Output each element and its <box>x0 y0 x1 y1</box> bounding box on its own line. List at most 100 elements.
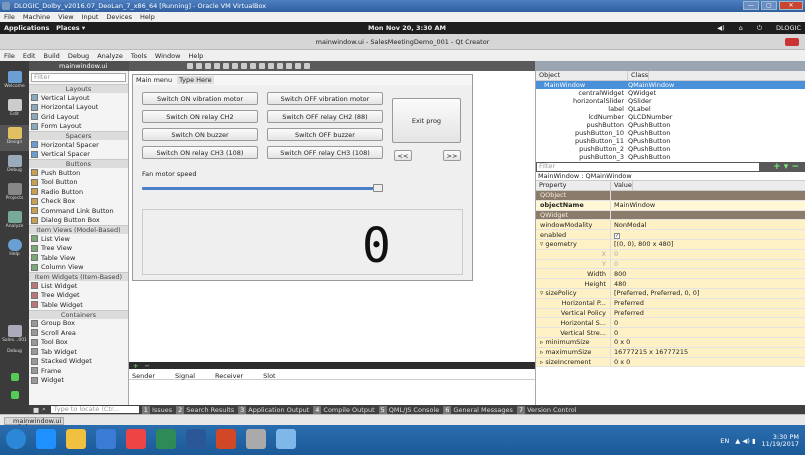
excel-icon[interactable] <box>156 429 176 449</box>
output-tab[interactable]: 7 Version Control <box>516 405 577 414</box>
output-tab[interactable]: 4 Compile Output <box>313 405 375 414</box>
relay-ch2-on-button[interactable]: Switch ON relay CH2 <box>142 110 258 123</box>
menu-debug[interactable]: Debug <box>68 52 89 60</box>
toolbar-tool-icon[interactable] <box>277 63 283 69</box>
toolbar-tool-icon[interactable] <box>286 63 292 69</box>
app-icon[interactable] <box>246 429 266 449</box>
object-tree-row[interactable]: pushButton_11 QPushButton <box>536 137 805 145</box>
widget-item[interactable]: Column View <box>29 263 128 273</box>
object-tree-row[interactable]: pushButton_10 QPushButton <box>536 129 805 137</box>
widget-filter-input[interactable]: Filter <box>31 73 126 82</box>
widget-item[interactable]: Command Link Button <box>29 206 128 216</box>
power-icon[interactable]: ⏻ <box>757 24 762 33</box>
property-row[interactable]: Height 480 <box>536 279 805 289</box>
volume-icon[interactable]: ◀) <box>717 24 725 33</box>
virtualbox-taskbar-icon[interactable] <box>276 429 296 449</box>
menu-window[interactable]: Window <box>155 52 181 60</box>
widget-category[interactable]: Item Views (Model-Based) <box>29 225 128 234</box>
property-row[interactable]: ▿ sizePolicy [Preferred, Preferred, 0, 0] <box>536 288 805 299</box>
object-tree-row[interactable]: pushButton QPushButton <box>536 121 805 129</box>
widget-item[interactable]: Group Box <box>29 319 128 329</box>
form-type-here[interactable]: Type Here <box>177 76 214 84</box>
property-row[interactable]: windowModality NonModal <box>536 220 805 231</box>
tray-icons[interactable]: ▲ ◀) ▮ <box>735 437 755 445</box>
property-row[interactable]: ▿ geometry [(0, 0), 800 x 480] <box>536 239 805 250</box>
object-tree-row[interactable]: pushButton_3 QPushButton <box>536 153 805 161</box>
toolbar-tool-icon[interactable] <box>187 63 193 69</box>
slider-handle[interactable] <box>373 184 383 192</box>
output-tab[interactable]: 2 Search Results <box>176 405 234 414</box>
panel-clock[interactable]: Mon Nov 20, 3:30 AM <box>368 24 446 32</box>
debug-run-button[interactable] <box>0 389 29 415</box>
property-value[interactable]: 0 <box>611 260 618 268</box>
widget-item[interactable]: Vertical Layout <box>29 93 128 103</box>
widget-item[interactable]: Grid Layout <box>29 112 128 122</box>
widget-item[interactable]: Radio Button <box>29 187 128 197</box>
kit-selector[interactable]: Sales...001 <box>0 323 29 349</box>
mode-help[interactable]: Help <box>0 237 29 263</box>
window-close-icon[interactable] <box>785 38 799 46</box>
vb-menu-help[interactable]: Help <box>140 13 155 21</box>
property-value[interactable]: NonModal <box>611 221 646 229</box>
widget-category[interactable]: Item Widgets (Item-Based) <box>29 272 128 281</box>
output-tab[interactable]: 3 Application Output <box>238 405 309 414</box>
widget-item[interactable]: Form Layout <box>29 122 128 132</box>
property-value[interactable]: Preferred <box>611 309 644 317</box>
media-icon[interactable] <box>96 429 116 449</box>
open-file-tab[interactable]: mainwindow.ui <box>29 61 129 71</box>
mode-welcome[interactable]: Welcome <box>0 69 29 95</box>
object-tree-row[interactable]: horizontalSlider QSlider <box>536 97 805 105</box>
widget-item[interactable]: List Widget <box>29 281 128 291</box>
applications-menu[interactable]: Applications <box>4 24 49 32</box>
toolbar-tool-icon[interactable] <box>196 63 202 69</box>
property-row[interactable]: Horizontal S... 0 <box>536 318 805 329</box>
property-group-row[interactable]: QWidget <box>536 210 805 221</box>
toolbar-tool-icon[interactable] <box>232 63 238 69</box>
vibration-on-button[interactable]: Switch ON vibration motor <box>142 92 258 105</box>
property-row[interactable]: Vertical Policy Preferred <box>536 308 805 319</box>
toolbar-tool-icon[interactable] <box>268 63 274 69</box>
property-value[interactable]: 0 x 0 <box>611 338 630 346</box>
prev-button[interactable]: << <box>394 150 412 161</box>
widget-item[interactable]: Stacked Widget <box>29 357 128 367</box>
object-tree-row[interactable]: MainWindow QMainWindow <box>536 81 805 89</box>
property-value[interactable]: [(0, 0), 800 x 480] <box>611 240 673 248</box>
taskbar-window-item[interactable]: mainwindow.ui - Sales... <box>4 417 64 430</box>
widget-item[interactable]: Vertical Spacer <box>29 150 128 160</box>
minimize-button[interactable]: — <box>743 1 759 10</box>
property-row[interactable]: enabled ✓ <box>536 230 805 240</box>
relay-ch3-off-button[interactable]: Switch OFF relay CH3 (108) <box>267 146 383 159</box>
network-icon[interactable]: ⌂ <box>739 24 743 33</box>
toolbar-tool-icon[interactable] <box>304 63 310 69</box>
next-button[interactable]: >> <box>443 150 461 161</box>
property-row[interactable]: ▹ minimumSize 0 x 0 <box>536 337 805 348</box>
widget-item[interactable]: Horizontal Spacer <box>29 140 128 150</box>
widget-item[interactable]: List View <box>29 234 128 244</box>
toolbar-tool-icon[interactable] <box>250 63 256 69</box>
toolbar-tool-icon[interactable] <box>259 63 265 69</box>
property-row[interactable]: Width 800 <box>536 269 805 280</box>
user-menu[interactable]: DLOGIC <box>776 24 801 33</box>
widget-item[interactable]: Push Button <box>29 168 128 178</box>
relay-ch2-off-button[interactable]: Switch OFF relay CH2 (88) <box>267 110 383 123</box>
vb-menu-devices[interactable]: Devices <box>106 13 132 21</box>
buzzer-on-button[interactable]: Switch ON buzzer <box>142 128 258 141</box>
widget-category[interactable]: Buttons <box>29 159 128 168</box>
property-value[interactable]: 0 <box>611 250 618 258</box>
menu-edit[interactable]: Edit <box>23 52 36 60</box>
property-row[interactable]: objectName MainWindow <box>536 200 805 211</box>
mode-analyze[interactable]: Analyze <box>0 209 29 235</box>
widget-item[interactable]: Dialog Button Box <box>29 216 128 226</box>
property-value[interactable]: 800 <box>611 270 626 278</box>
relay-ch3-on-button[interactable]: Switch ON relay CH3 (108) <box>142 146 258 159</box>
mode-edit[interactable]: Edit <box>0 97 29 123</box>
widget-item[interactable]: Scroll Area <box>29 328 128 338</box>
widget-item[interactable]: Table Widget <box>29 300 128 310</box>
buzzer-off-button[interactable]: Switch OFF buzzer <box>267 128 383 141</box>
vb-menu-view[interactable]: View <box>58 13 73 21</box>
vb-menu-input[interactable]: Input <box>82 13 99 21</box>
maximize-button[interactable]: ▢ <box>761 1 777 10</box>
widget-category[interactable]: Spacers <box>29 131 128 140</box>
object-tree-row[interactable]: centralWidget QWidget <box>536 89 805 97</box>
widget-category[interactable]: Layouts <box>29 84 128 93</box>
